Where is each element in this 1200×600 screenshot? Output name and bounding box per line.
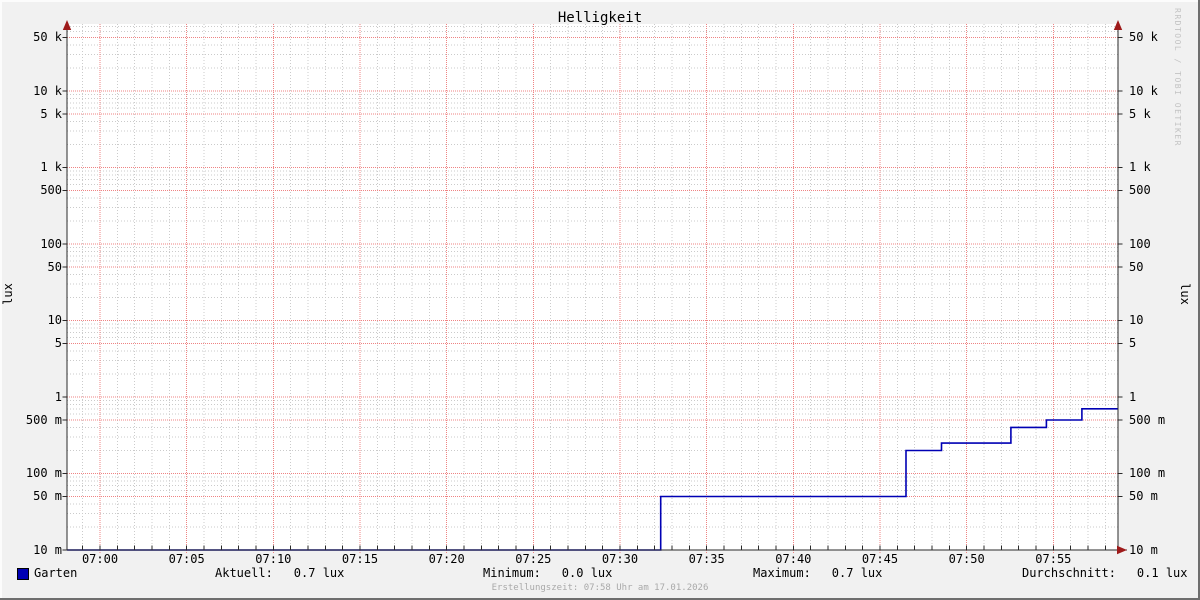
x-tick-label: 07:20 — [419, 552, 475, 566]
y-tick-label-left: 100 — [0, 237, 62, 251]
y-tick-label-left: 50 — [0, 260, 62, 274]
stat-value: 0.1 lux — [1137, 566, 1188, 580]
y-tick-label-right: 10 m — [1129, 543, 1199, 557]
stat-value: 0.7 lux — [294, 566, 345, 580]
x-tick-label: 07:05 — [159, 552, 215, 566]
x-tick-label: 07:35 — [679, 552, 735, 566]
stat-label: Minimum: — [483, 566, 541, 580]
stat-maximum: Maximum: 0.7 lux — [753, 566, 882, 580]
border-left — [0, 0, 2, 600]
stat-value: 0.7 lux — [832, 566, 883, 580]
y-tick-label-left: 500 — [0, 183, 62, 197]
y-tick-label-right: 50 m — [1129, 489, 1199, 503]
stat-durchschnitt: Durchschnitt: 0.1 lux — [1022, 566, 1188, 580]
y-tick-label-right: 10 — [1129, 313, 1199, 327]
x-tick-label: 07:10 — [245, 552, 301, 566]
y-tick-label-right: 50 — [1129, 260, 1199, 274]
axis-tick-labels: 50 k50 k10 k10 k5 k5 k1 k1 k500500100100… — [0, 0, 1200, 600]
y-tick-label-right: 5 k — [1129, 107, 1199, 121]
y-tick-label-left: 10 m — [0, 543, 62, 557]
x-tick-label: 07:30 — [592, 552, 648, 566]
y-tick-label-right: 1 k — [1129, 160, 1199, 174]
y-tick-label-left: 10 — [0, 313, 62, 327]
y-tick-label-right: 100 m — [1129, 466, 1199, 480]
x-tick-label: 07:50 — [939, 552, 995, 566]
y-tick-label-right: 500 m — [1129, 413, 1199, 427]
border-top — [0, 0, 1200, 2]
x-tick-label: 07:15 — [332, 552, 388, 566]
stat-label: Aktuell: — [215, 566, 273, 580]
stat-aktuell: Aktuell: 0.7 lux — [215, 566, 344, 580]
legend-row: Garten Aktuell: 0.7 lux Minimum: 0.0 lux Max… — [0, 566, 1200, 582]
stat-value: 0.0 lux — [562, 566, 613, 580]
x-tick-label: 07:55 — [1025, 552, 1081, 566]
x-tick-label: 07:25 — [505, 552, 561, 566]
y-tick-label-right: 1 — [1129, 390, 1199, 404]
y-tick-label-left: 5 — [0, 336, 62, 350]
x-tick-label: 07:40 — [765, 552, 821, 566]
y-tick-label-left: 1 — [0, 390, 62, 404]
legend-series-label: Garten — [34, 566, 77, 580]
y-tick-label-left: 10 k — [0, 84, 62, 98]
y-tick-label-left: 500 m — [0, 413, 62, 427]
y-tick-label-right: 50 k — [1129, 30, 1199, 44]
y-tick-label-right: 500 — [1129, 183, 1199, 197]
y-tick-label-left: 1 k — [0, 160, 62, 174]
stat-minimum: Minimum: 0.0 lux — [483, 566, 612, 580]
creation-time-text: Erstellungszeit: 07:58 Uhr am 17.01.2026 — [0, 583, 1200, 593]
y-tick-label-left: 5 k — [0, 107, 62, 121]
x-tick-label: 07:45 — [852, 552, 908, 566]
y-tick-label-left: 50 m — [0, 489, 62, 503]
legend-color-swatch — [17, 568, 29, 580]
stat-label: Maximum: — [753, 566, 811, 580]
y-tick-label-right: 100 — [1129, 237, 1199, 251]
x-tick-label: 07:00 — [72, 552, 128, 566]
y-tick-label-left: 50 k — [0, 30, 62, 44]
y-tick-label-right: 10 k — [1129, 84, 1199, 98]
y-tick-label-left: 100 m — [0, 466, 62, 480]
y-tick-label-right: 5 — [1129, 336, 1199, 350]
stat-label: Durchschnitt: — [1022, 566, 1116, 580]
rrdtool-graph: Helligkeit lux lux RRDTOOL / TOBI OETIKE… — [0, 0, 1200, 600]
